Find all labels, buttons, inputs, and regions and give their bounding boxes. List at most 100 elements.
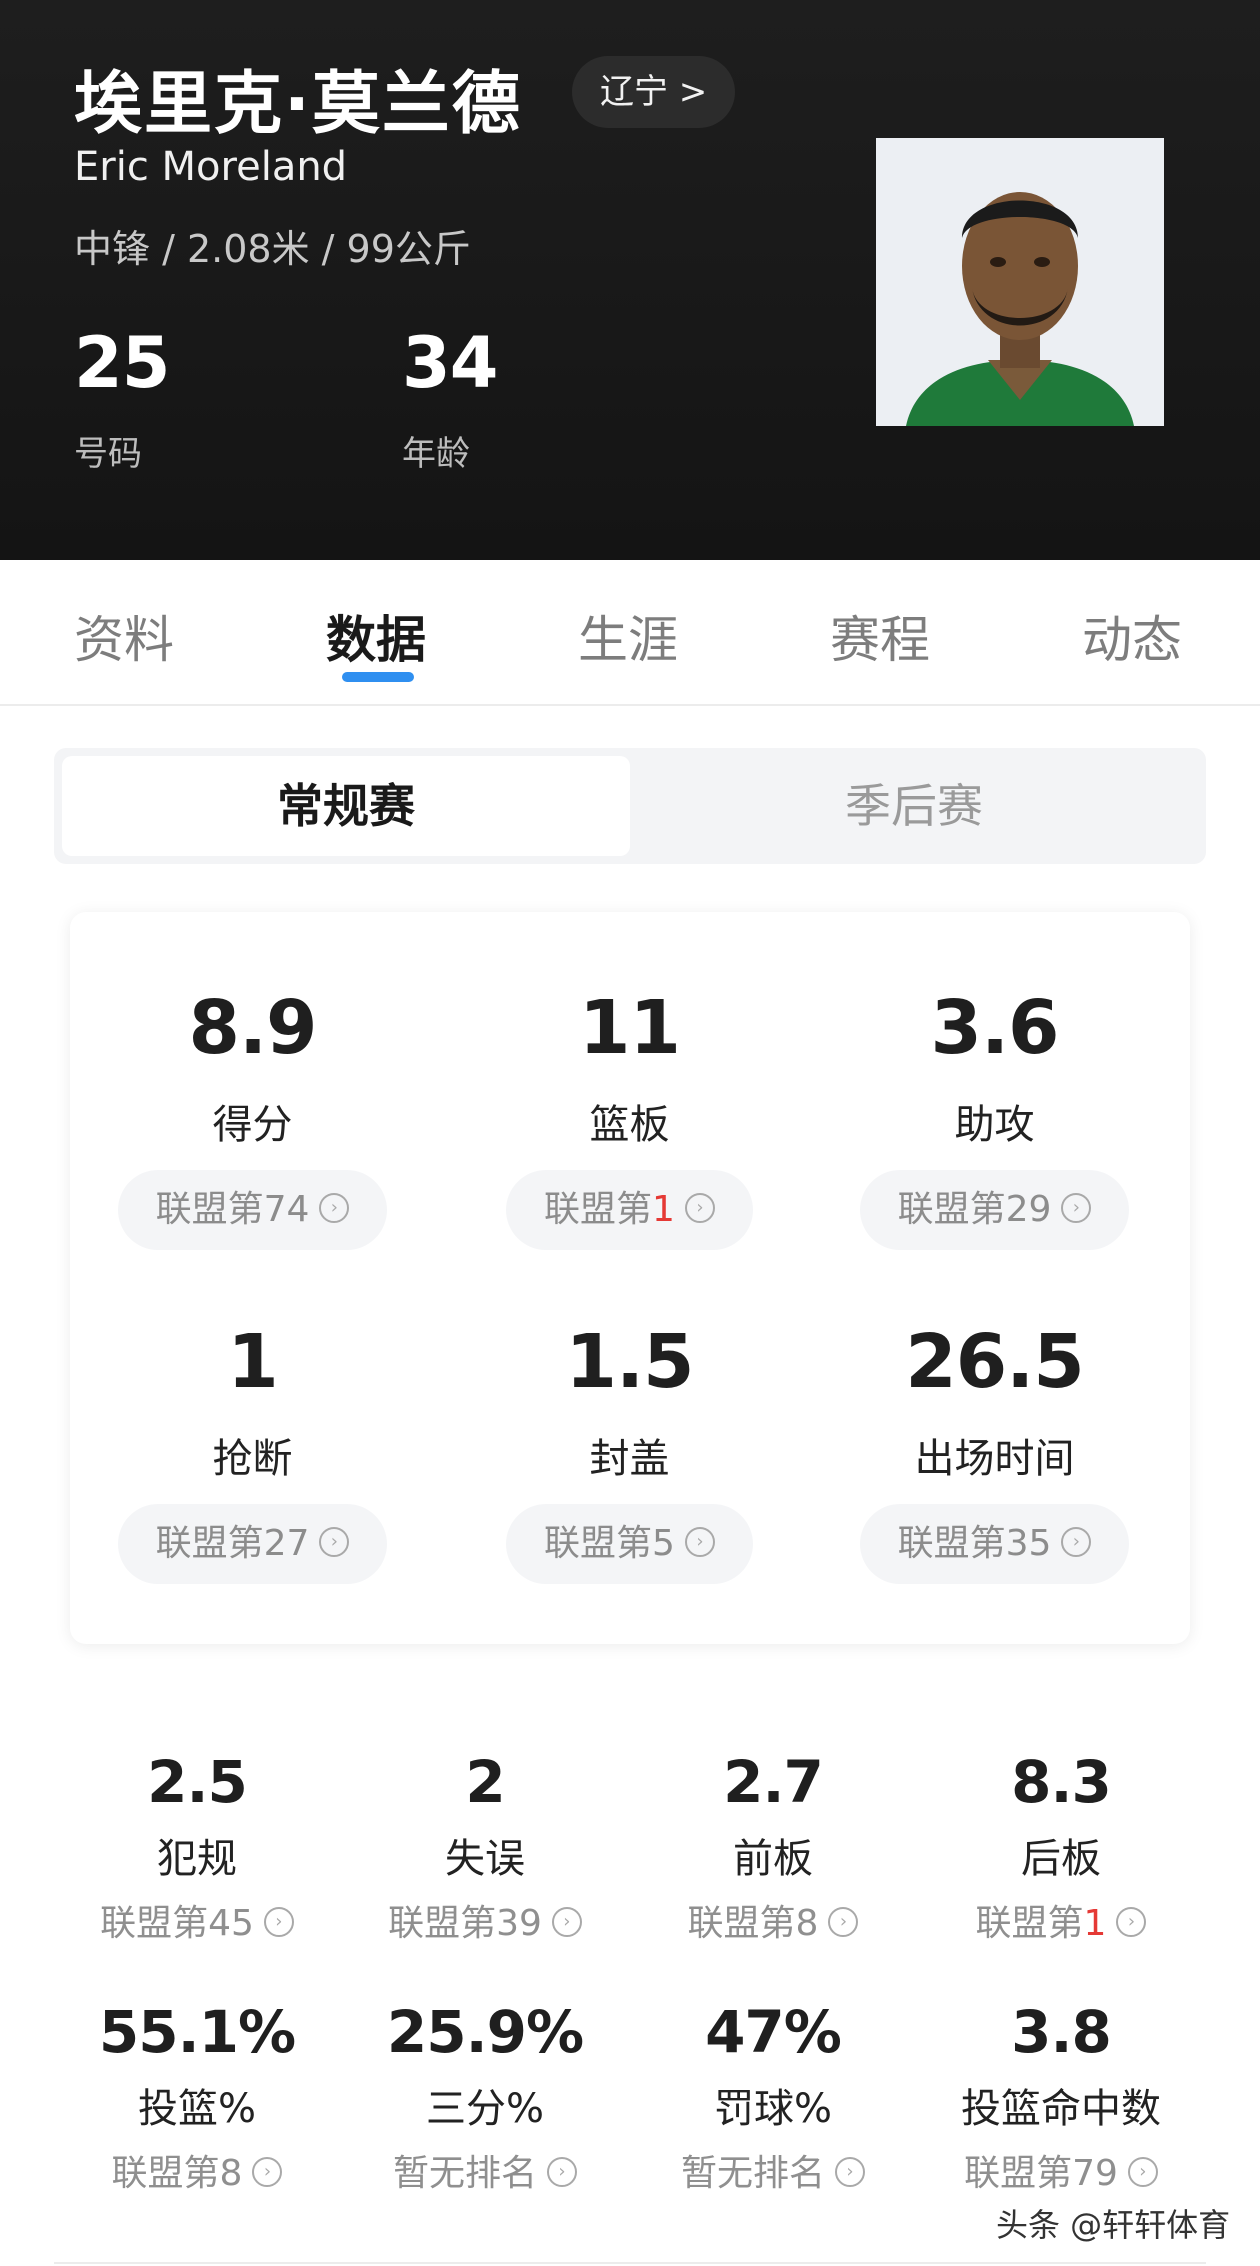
stat-label: 犯规 [157,1836,237,1882]
league-rank-button[interactable]: 联盟第29 › [859,1170,1130,1250]
stat-blocks: 1.5 封盖 联盟第5 › [447,1316,812,1584]
stat-value: 3.8 [1011,1998,1112,2066]
stat-turnovers[interactable]: 2 失误 联盟第39 › [340,1748,630,1946]
rank-prefix: 联盟第 [544,1523,653,1564]
stat-fg-made[interactable]: 3.8 投篮命中数 联盟第79 › [916,1998,1206,2196]
player-age: 34 [402,322,498,404]
team-link[interactable]: 辽宁 > [572,56,736,128]
rank-number: 74 [263,1189,310,1230]
stat-value: 2 [465,1748,505,1816]
league-rank-button[interactable]: 联盟第5 › [506,1504,753,1584]
stat-value: 1.5 [565,1319,694,1405]
jersey-number-label: 号码 [74,434,142,474]
chevron-right-circle-icon: › [319,1527,350,1557]
league-rank: 暂无排名 › [628,2144,918,2196]
rank-prefix: 联盟第 [111,2153,220,2194]
stat-defensive-rebounds[interactable]: 8.3 后板 联盟第1 › [916,1748,1206,1946]
rank-number: 5 [652,1523,675,1564]
rank-number: 35 [1005,1523,1052,1564]
rank-prefix: 联盟第 [897,1189,1006,1230]
chevron-right-circle-icon: › [551,1907,582,1937]
rank-prefix: 联盟第 [964,2153,1073,2194]
player-photo [876,138,1164,426]
league-rank: 联盟第8 › [52,2144,342,2196]
league-rank: 暂无排名 › [340,2144,630,2196]
rank-number: 79 [1072,2153,1118,2194]
chevron-right-circle-icon: › [1061,1527,1092,1557]
stat-value: 25.9% [386,1998,584,2066]
stat-value: 55.1% [98,1998,296,2066]
rank-prefix: 联盟第 [687,1903,796,1944]
league-rank: 联盟第1 › [916,1894,1206,1946]
stat-offensive-rebounds[interactable]: 2.7 前板 联盟第8 › [628,1748,918,1946]
active-tab-indicator [342,672,414,682]
stat-value: 47% [705,1998,842,2066]
tab-profile[interactable]: 资料 [74,600,174,672]
stat-value: 8.3 [1011,1748,1112,1816]
profile-tabs: 资料 数据 生涯 赛程 动态 [0,560,1260,706]
stat-label: 抢断 [212,1436,293,1482]
league-rank-button[interactable]: 联盟第74 › [117,1170,388,1250]
stat-fouls[interactable]: 2.5 犯规 联盟第45 › [52,1748,342,1946]
league-rank: 联盟第39 › [340,1894,630,1946]
rank-number: 45 [208,1903,254,1944]
stat-value: 11 [579,985,681,1071]
chevron-right-circle-icon: › [252,2157,283,2187]
rank-number: 8 [219,2153,243,2194]
stat-fg-pct[interactable]: 55.1% 投篮% 联盟第8 › [52,1998,342,2196]
chevron-right-circle-icon: › [684,1193,715,1223]
chevron-right-circle-icon: › [1127,2157,1158,2187]
main-stats-card: 8.9 得分 联盟第74 › 11 篮板 联盟第1 › 3.6 助攻 联盟第29 › … [70,912,1190,1644]
stat-label: 出场时间 [914,1436,1075,1482]
rank-number: 8 [795,1903,819,1944]
stat-value: 1 [227,1319,279,1405]
stat-value: 3.6 [930,985,1059,1071]
league-rank: 联盟第8 › [628,1894,918,1946]
stat-label: 得分 [212,1102,293,1148]
tab-stats[interactable]: 数据 [326,600,426,672]
rank-prefix: 联盟第 [388,1903,497,1944]
league-rank-button[interactable]: 联盟第35 › [859,1504,1130,1584]
stat-label: 后板 [1021,1836,1101,1882]
rank-number: 1 [1083,1903,1107,1944]
player-headshot-icon [876,138,1164,426]
stat-label: 封盖 [589,1436,670,1482]
rank-prefix: 联盟第 [975,1903,1084,1944]
stat-label: 失误 [445,1836,525,1882]
rank-prefix: 联盟第 [100,1903,209,1944]
stat-label: 罚球% [713,2086,832,2132]
tab-career[interactable]: 生涯 [578,600,678,672]
stat-ft-pct[interactable]: 47% 罚球% 暂无排名 › [628,1998,918,2196]
divider [54,2262,1206,2264]
rank-prefix: 联盟第 [155,1523,264,1564]
jersey-number: 25 [74,322,170,404]
rank-prefix: 联盟第 [155,1189,264,1230]
chevron-right-circle-icon: › [1061,1193,1092,1223]
watermark: 头条 @轩轩体育 [996,2206,1231,2244]
player-name-cn: 埃里克·莫兰德 [74,65,522,144]
stat-value: 2.5 [147,1748,248,1816]
stat-label: 前板 [733,1836,813,1882]
tab-news[interactable]: 动态 [1082,600,1182,672]
stat-label: 篮板 [589,1102,670,1148]
stat-label: 投篮命中数 [961,2086,1161,2132]
stat-3pt-pct[interactable]: 25.9% 三分% 暂无排名 › [340,1998,630,2196]
league-rank-button[interactable]: 联盟第27 › [117,1504,388,1584]
playoffs-button[interactable]: 季后赛 [630,756,1198,856]
chevron-right-circle-icon: › [828,1907,859,1937]
chevron-right-circle-icon: › [684,1527,715,1557]
regular-season-button[interactable]: 常规赛 [62,756,630,856]
stat-label: 助攻 [954,1102,1035,1148]
league-rank-button[interactable]: 联盟第1 › [506,1170,753,1250]
stat-rebounds: 11 篮板 联盟第1 › [447,982,812,1250]
player-name-en: Eric Moreland [74,144,348,190]
rank-number: 39 [496,1903,542,1944]
stat-value: 2.7 [723,1748,824,1816]
tab-schedule[interactable]: 赛程 [830,600,930,672]
player-position-height-weight: 中锋 / 2.08米 / 99公斤 [74,227,471,271]
chevron-right-circle-icon: › [547,2157,577,2187]
rank-number: 29 [1005,1189,1052,1230]
rank-prefix: 联盟第 [544,1189,653,1230]
stat-points: 8.9 得分 联盟第74 › [70,982,435,1250]
rank-prefix: 暂无排名 [392,2153,537,2194]
